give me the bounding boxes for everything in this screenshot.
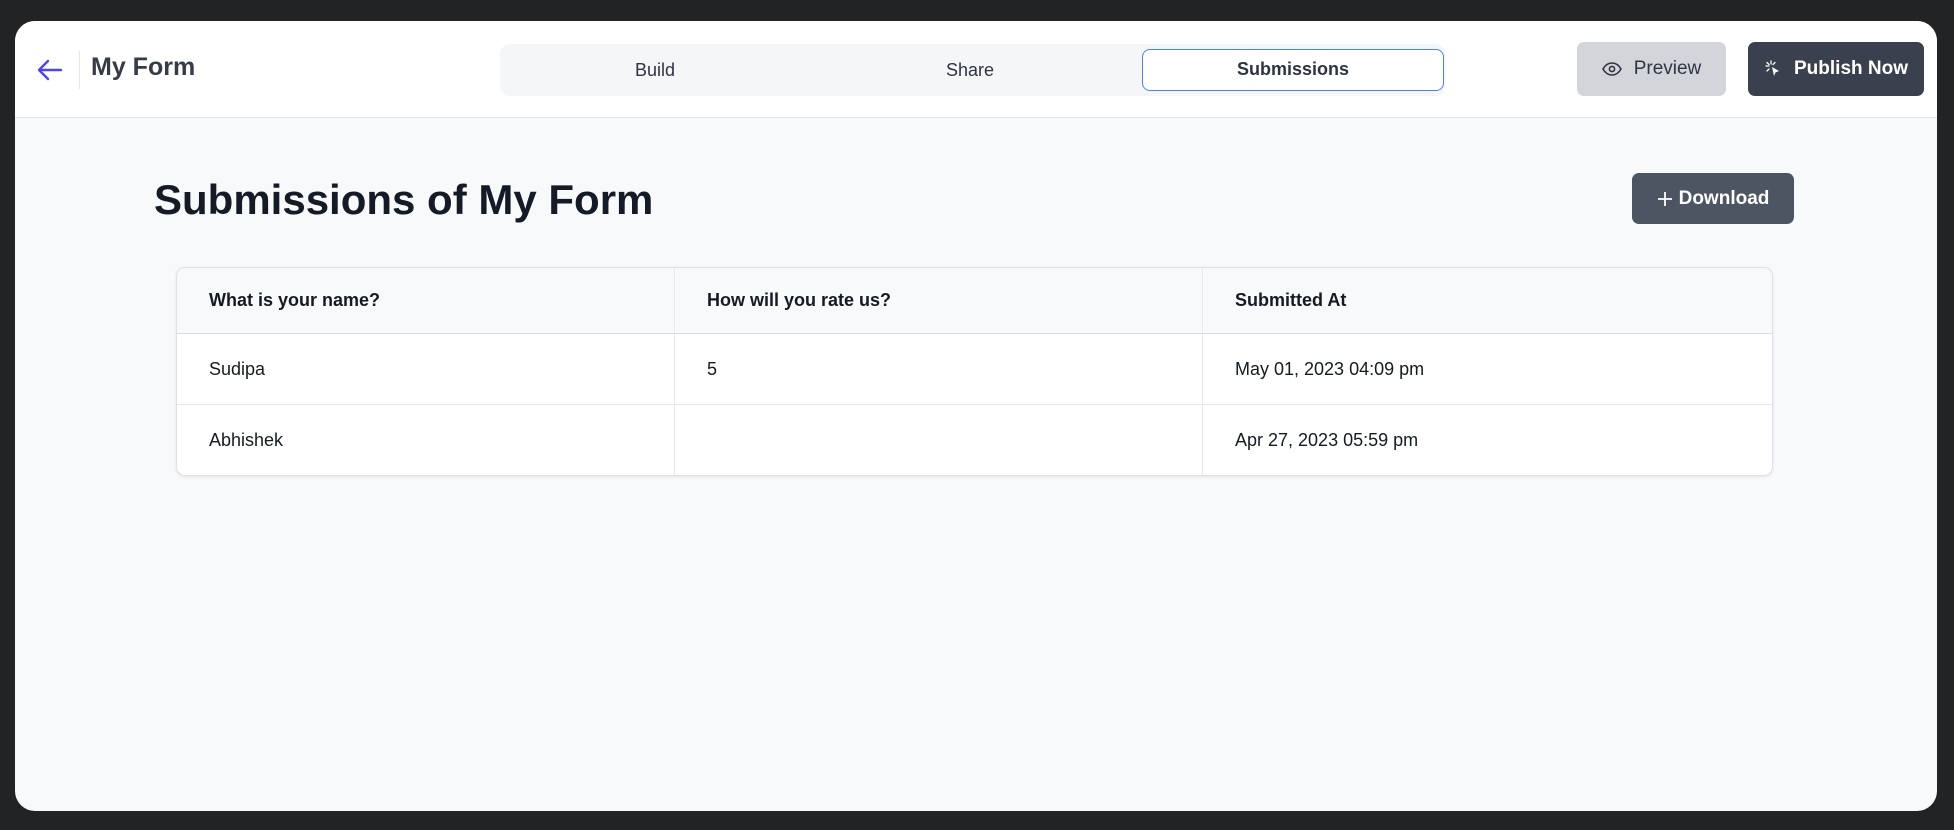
submitted-at-cell: May 01, 2023 04:09 pm [1235,358,1425,379]
page-title: Submissions of My Form [154,176,654,223]
submissions-table: What is your name? How will you rate us?… [176,267,1773,476]
rating-cell [675,405,1203,475]
back-arrow-icon[interactable] [35,55,65,85]
column-header: How will you rate us? [675,268,1203,333]
preview-button[interactable]: Preview [1577,42,1726,96]
table-row[interactable]: Sudipa 5 May 01, 2023 04:09 pm [177,334,1772,405]
tab-share[interactable]: Share [820,49,1120,91]
column-header: Submitted At [1235,290,1347,310]
download-label: Download [1678,187,1770,209]
publish-now-button[interactable]: Publish Now [1748,42,1924,96]
tab-submissions[interactable]: Submissions [1142,49,1444,91]
name-cell: Abhishek [177,405,675,475]
form-title: My Form [91,53,196,81]
tab-bar: Build Share Submissions [500,44,1445,96]
submitted-at-cell: Apr 27, 2023 05:59 pm [1235,430,1419,450]
top-bar: My Form Build Share Submissions Preview … [15,21,1937,118]
plus-icon [1657,191,1672,206]
publish-label: Publish Now [1794,58,1908,79]
eye-icon [1601,62,1622,76]
divider [79,51,80,89]
tab-build[interactable]: Build [505,49,805,91]
cursor-click-icon [1765,60,1779,76]
download-button[interactable]: Download [1632,173,1794,224]
column-header: What is your name? [177,268,675,333]
name-cell: Sudipa [177,334,675,404]
preview-label: Preview [1633,58,1702,79]
table-row[interactable]: Abhishek Apr 27, 2023 05:59 pm [177,405,1772,475]
app-window: My Form Build Share Submissions Preview … [15,21,1937,811]
rating-cell: 5 [675,334,1203,404]
table-header: What is your name? How will you rate us?… [177,268,1772,334]
